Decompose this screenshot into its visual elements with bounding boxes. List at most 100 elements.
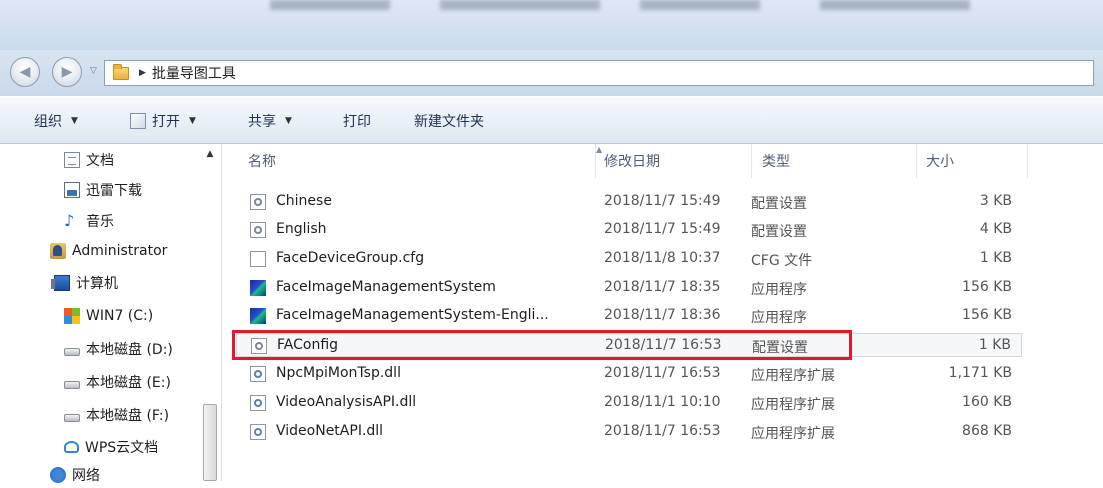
file-name: FaceDeviceGroup.cfg <box>276 250 425 266</box>
file-type: 应用程序 <box>751 310 807 326</box>
file-name: Chinese <box>276 193 332 209</box>
document-icon <box>64 152 80 168</box>
forward-arrow-icon: ▶ <box>61 64 73 80</box>
nav-item-thunder-downloads[interactable]: 迅雷下载 <box>64 177 142 203</box>
blur-strip <box>440 0 600 10</box>
breadcrumb-item[interactable]: 批量导图工具 <box>152 63 236 83</box>
column-header-name[interactable]: 名称 <box>248 144 276 178</box>
dll-file-icon <box>250 366 266 382</box>
nav-item-drive-d[interactable]: 本地磁盘 (D:) <box>64 336 173 362</box>
navigation-pane: 文档 迅雷下载 ♪ 音乐 Administrator 计算机 WIN7 (C:)… <box>0 144 222 484</box>
user-folder-icon <box>50 243 66 259</box>
blur-strip <box>640 0 760 10</box>
nav-item-computer[interactable]: 计算机 <box>51 270 118 296</box>
file-row[interactable]: VideoAnalysisAPI.dll 2018/11/1 10:10 应用程… <box>236 391 1022 415</box>
address-bar[interactable]: ▶ 批量导图工具 <box>104 60 1094 86</box>
scroll-up-arrow[interactable]: ▲ <box>203 147 217 161</box>
nav-label: 计算机 <box>76 276 118 292</box>
share-label: 共享 <box>248 114 276 130</box>
file-size: 1 KB <box>979 250 1012 266</box>
open-icon <box>130 113 146 129</box>
folder-icon <box>113 63 129 80</box>
file-type: 配置设置 <box>752 340 808 356</box>
column-divider[interactable] <box>1027 144 1028 178</box>
download-icon <box>64 182 80 198</box>
file-row[interactable]: FaceImageManagementSystem-Engli... 2018/… <box>236 304 1022 328</box>
column-divider[interactable] <box>751 144 752 178</box>
file-row[interactable]: FaceDeviceGroup.cfg 2018/11/8 10:37 CFG … <box>236 247 1022 271</box>
new-folder-label: 新建文件夹 <box>414 114 484 130</box>
column-label: 类型 <box>762 154 790 170</box>
nav-label: 网络 <box>72 468 100 484</box>
file-name: FAConfig <box>277 337 339 353</box>
file-row[interactable]: VideoNetAPI.dll 2018/11/7 16:53 应用程序扩展 8… <box>236 420 1022 444</box>
print-label: 打印 <box>343 114 371 130</box>
breadcrumb-arrow-icon[interactable]: ▶ <box>139 68 146 78</box>
computer-icon <box>51 275 70 291</box>
caret-down-icon: ▼ <box>285 116 292 126</box>
recent-pages-dropdown[interactable]: ▽ <box>90 66 100 76</box>
config-file-icon <box>250 194 266 210</box>
file-size: 868 KB <box>962 423 1012 439</box>
file-date: 2018/11/8 10:37 <box>604 250 721 266</box>
nav-item-music[interactable]: ♪ 音乐 <box>64 208 114 234</box>
nav-item-drive-e[interactable]: 本地磁盘 (E:) <box>64 369 171 395</box>
column-header-date[interactable]: 修改日期 <box>604 144 660 178</box>
share-button[interactable]: 共享 ▼ <box>248 111 292 131</box>
chevron-down-icon: ▽ <box>90 66 97 76</box>
open-button[interactable]: 打开 ▼ <box>130 111 196 131</box>
file-row[interactable]: NpcMpiMonTsp.dll 2018/11/7 16:53 应用程序扩展 … <box>236 362 1022 386</box>
column-divider[interactable] <box>595 144 596 178</box>
new-folder-button[interactable]: 新建文件夹 <box>414 111 484 131</box>
nav-label: 迅雷下载 <box>86 183 142 199</box>
nav-item-drive-c[interactable]: WIN7 (C:) <box>64 303 153 329</box>
nav-item-administrator[interactable]: Administrator <box>50 238 167 264</box>
file-date: 2018/11/7 16:53 <box>604 423 721 439</box>
nav-item-documents[interactable]: 文档 <box>64 147 114 173</box>
file-row[interactable]: English 2018/11/7 15:49 配置设置 4 KB <box>236 218 1022 242</box>
file-date: 2018/11/7 18:36 <box>604 307 721 323</box>
windows-drive-icon <box>64 308 80 324</box>
nav-item-network[interactable]: 网络 <box>50 462 100 488</box>
print-button[interactable]: 打印 <box>343 111 371 131</box>
nav-item-drive-f[interactable]: 本地磁盘 (F:) <box>64 402 169 428</box>
caret-down-icon: ▼ <box>189 116 196 126</box>
file-type: 配置设置 <box>751 196 807 212</box>
dll-file-icon <box>250 424 266 440</box>
music-icon: ♪ <box>64 211 75 230</box>
column-header-size[interactable]: 大小 <box>926 144 954 178</box>
nav-label: WPS云文档 <box>85 440 159 456</box>
file-date: 2018/11/1 10:10 <box>604 394 721 410</box>
column-header-type[interactable]: 类型 <box>762 144 790 178</box>
back-button[interactable]: ◀ <box>10 57 40 87</box>
file-row-selected[interactable]: FAConfig 2018/11/7 16:53 配置设置 1 KB <box>236 333 1022 357</box>
column-label: 大小 <box>926 154 954 170</box>
file-row[interactable]: FaceImageManagementSystem 2018/11/7 18:3… <box>236 276 1022 300</box>
file-name: FaceImageManagementSystem <box>276 279 496 295</box>
file-type: CFG 文件 <box>751 253 813 269</box>
file-row[interactable]: Chinese 2018/11/7 15:49 配置设置 3 KB <box>236 190 1022 214</box>
nav-label: 本地磁盘 (D:) <box>86 342 173 358</box>
file-size: 4 KB <box>979 221 1012 237</box>
nav-label: Administrator <box>72 243 168 259</box>
command-toolbar: 组织 ▼ 打开 ▼ 共享 ▼ 打印 新建文件夹 <box>0 98 1103 144</box>
sort-ascending-icon: ▲ <box>596 145 603 154</box>
nav-label: WIN7 (C:) <box>86 308 154 324</box>
config-file-icon <box>250 222 266 238</box>
file-size: 160 KB <box>962 394 1012 410</box>
open-label: 打开 <box>152 114 180 130</box>
disk-icon <box>64 414 80 422</box>
forward-button[interactable]: ▶ <box>52 57 82 87</box>
file-name: VideoNetAPI.dll <box>276 423 384 439</box>
cloud-icon <box>64 441 79 453</box>
blur-strip <box>270 0 390 10</box>
file-date: 2018/11/7 16:53 <box>605 337 722 353</box>
nav-label: 本地磁盘 (E:) <box>86 375 171 391</box>
dll-file-icon <box>250 395 266 411</box>
scrollbar-thumb[interactable] <box>203 404 217 481</box>
application-icon <box>250 280 266 296</box>
nav-item-wps-cloud[interactable]: WPS云文档 <box>64 434 158 460</box>
column-divider[interactable] <box>916 144 917 178</box>
organize-button[interactable]: 组织 ▼ <box>34 111 78 131</box>
blur-strip <box>820 0 970 10</box>
